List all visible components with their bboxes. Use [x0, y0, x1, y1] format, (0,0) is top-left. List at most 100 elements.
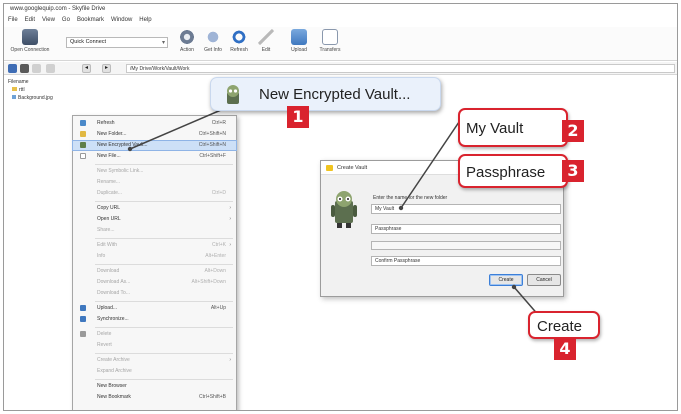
- app-window: www.googlequip.com - Skyfile Drive File E…: [3, 3, 678, 411]
- context-menu-item[interactable]: Share...: [73, 226, 236, 235]
- step-badge-1: 1: [287, 106, 309, 128]
- gear-icon: [179, 29, 195, 45]
- context-menu-item[interactable]: New Browser: [73, 382, 236, 391]
- menu-item-shortcut: Ctrl+Shift+N: [198, 142, 226, 148]
- quick-connect-combo[interactable]: Quick Connect ▾: [66, 37, 168, 48]
- menu-item-label: Share...: [97, 227, 115, 233]
- context-menu-item[interactable]: Synchronize...: [73, 315, 236, 324]
- history-icon[interactable]: [32, 64, 41, 73]
- menu-item[interactable]: Go: [62, 17, 70, 26]
- menu-item-label: Info: [97, 253, 106, 259]
- back-button[interactable]: ◂: [82, 64, 91, 73]
- menu-separator: [95, 379, 233, 380]
- context-menu-item[interactable]: Upload... Alt+Up: [73, 304, 236, 313]
- action-button[interactable]: Action: [176, 29, 198, 59]
- edit-button[interactable]: Edit: [256, 29, 276, 59]
- menu-item-shortcut: Ctrl+Shift+B: [199, 394, 226, 400]
- menu-item-shortcut: Alt+Enter: [205, 253, 226, 259]
- bonjour-icon[interactable]: [46, 64, 55, 73]
- context-menu-item[interactable]: New Symbolic Link...: [73, 167, 236, 176]
- submenu-arrow-icon: ›: [229, 357, 231, 363]
- context-menu-item[interactable]: Refresh Ctrl+R: [73, 119, 236, 128]
- menu-item-shortcut: Ctrl+K: [211, 242, 226, 248]
- context-menu-item[interactable]: Duplicate... Ctrl+D: [73, 189, 236, 198]
- navigation-bar: ◂ ▸ /My Drive/Work/Vault/Work: [4, 62, 677, 75]
- tree-item[interactable]: Background.jpg: [8, 94, 53, 102]
- callout-passphrase: Passphrase: [458, 154, 568, 188]
- create-button[interactable]: Create: [489, 274, 523, 286]
- context-menu-item[interactable]: Rename...: [73, 178, 236, 187]
- menu-separator: [95, 238, 233, 239]
- menu-item[interactable]: Help: [139, 17, 151, 26]
- menu-item-label: Create Archive: [97, 357, 130, 363]
- menu-item[interactable]: Window: [111, 17, 132, 26]
- menu-item-label: Delete: [97, 331, 112, 337]
- menu-item[interactable]: Bookmark: [77, 17, 104, 26]
- tree-item[interactable]: rttl: [8, 86, 53, 94]
- context-menu-item[interactable]: Download To...: [73, 289, 236, 298]
- get-info-button[interactable]: Get Info: [202, 29, 224, 59]
- context-menu-item[interactable]: Edit With Ctrl+K ›: [73, 241, 236, 250]
- context-menu-item[interactable]: New Bookmark Ctrl+Shift+B: [73, 393, 236, 402]
- context-menu-item[interactable]: Download Alt+Down: [73, 267, 236, 276]
- menu-item[interactable]: Edit: [25, 17, 35, 26]
- context-menu-item[interactable]: New File... Ctrl+Shift+F: [73, 152, 236, 161]
- step-badge-2: 2: [562, 120, 584, 142]
- menu-item-icon: [80, 131, 86, 137]
- passphrase-field[interactable]: Passphrase: [371, 224, 561, 234]
- menu-item-icon: [80, 305, 86, 311]
- image-file-icon: [12, 95, 16, 99]
- path-field[interactable]: /My Drive/Work/Vault/Work: [126, 64, 675, 73]
- menu-item-label: Expand Archive: [97, 368, 132, 374]
- callout-new-vault: New Encrypted Vault...: [210, 77, 441, 111]
- context-menu-item[interactable]: Copy URL ›: [73, 204, 236, 213]
- menu-item-label: Copy URL: [97, 205, 121, 211]
- open-connection-button[interactable]: Open Connection: [8, 29, 52, 59]
- menu-item-shortcut: Ctrl+D: [211, 190, 226, 196]
- upload-button[interactable]: Upload: [286, 29, 312, 59]
- menu-item-shortcut: Alt+Up: [210, 305, 226, 311]
- context-menu-item[interactable]: Download As... Alt+Shift+Down: [73, 278, 236, 287]
- context-menu-item[interactable]: New Folder... Ctrl+Shift+N: [73, 130, 236, 139]
- menu-item-label: New Symbolic Link...: [97, 168, 144, 174]
- forward-button[interactable]: ▸: [102, 64, 111, 73]
- pencil-icon: [258, 29, 274, 45]
- info-icon: [205, 29, 221, 45]
- transfers-button[interactable]: Transfers: [316, 29, 344, 59]
- toolbar: Open Connection Quick Connect ▾ Action G…: [4, 27, 677, 61]
- menu-item-label: Duplicate...: [97, 190, 123, 196]
- vault-name-field[interactable]: My Vault: [371, 204, 561, 214]
- menu-item-icon: [80, 331, 86, 337]
- menu-separator: [95, 301, 233, 302]
- menu-item[interactable]: View: [42, 17, 55, 26]
- menu-item-label: Rename...: [97, 179, 121, 185]
- menu-item-shortcut: Alt+Shift+Down: [191, 279, 226, 285]
- menu-item-label: New Browser: [97, 383, 127, 389]
- refresh-button[interactable]: Refresh: [228, 29, 250, 59]
- view-icon[interactable]: [8, 64, 17, 73]
- bookmarks-icon[interactable]: [20, 64, 29, 73]
- passphrase-strength-bar: [371, 241, 561, 250]
- menu-item[interactable]: File: [8, 17, 18, 26]
- context-menu-item[interactable]: Revert: [73, 341, 236, 350]
- confirm-passphrase-field[interactable]: Confirm Passphrase: [371, 256, 561, 266]
- transfers-icon: [322, 29, 338, 45]
- menu-item-label: Edit With: [97, 242, 118, 248]
- context-menu-item[interactable]: Info Alt+Enter: [73, 252, 236, 261]
- callout-vault-name: My Vault: [458, 108, 568, 147]
- context-menu-item[interactable]: Delete: [73, 330, 236, 339]
- context-menu: Refresh Ctrl+R New Folder... Ctrl+Shift+N Ne…: [72, 115, 237, 410]
- menu-separator: [95, 201, 233, 202]
- menu-item-label: Upload...: [97, 305, 118, 311]
- menu-item-label: Download To...: [97, 290, 130, 296]
- refresh-icon: [231, 29, 247, 45]
- context-menu-item[interactable]: New Encrypted Vault... Ctrl+Shift+N: [72, 140, 237, 151]
- context-menu-item[interactable]: Open URL ›: [73, 215, 236, 224]
- context-menu-item[interactable]: Create Archive ›: [73, 356, 236, 365]
- filename-column-header[interactable]: Filename: [8, 78, 53, 86]
- cancel-button[interactable]: Cancel: [527, 274, 561, 286]
- menu-item-label: Synchronize...: [97, 316, 129, 322]
- menu-separator: [95, 264, 233, 265]
- context-menu-item[interactable]: Expand Archive: [73, 367, 236, 376]
- menu-item-label: Refresh: [97, 120, 115, 126]
